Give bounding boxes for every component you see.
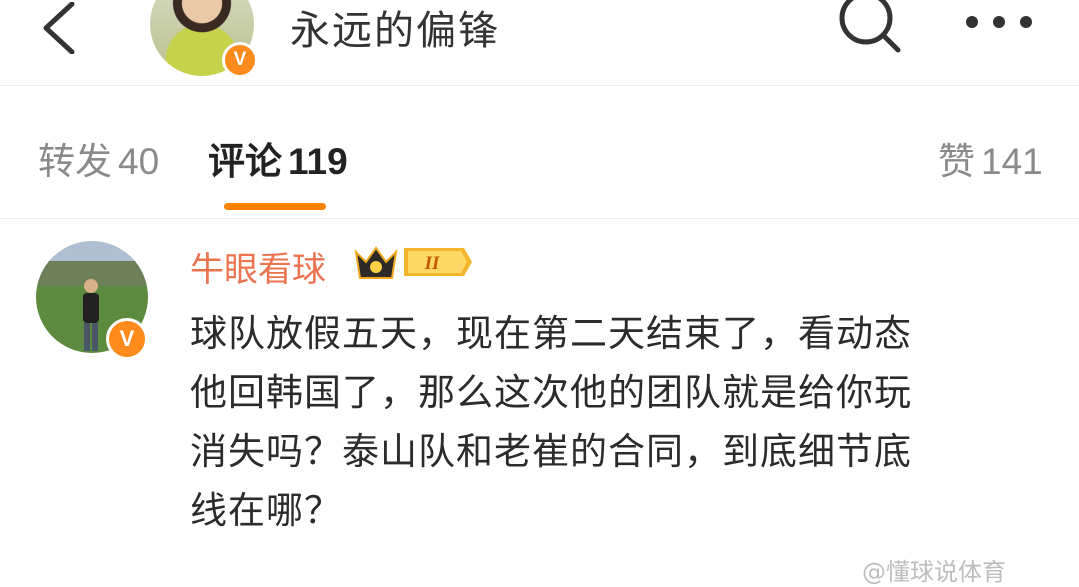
search-icon[interactable]: [836, 0, 904, 56]
verified-badge: V: [222, 42, 258, 78]
header-divider: [0, 85, 1079, 86]
person-figure: [83, 279, 99, 351]
tab-comment-label: 评论: [208, 140, 282, 183]
more-icon[interactable]: [964, 12, 1034, 32]
top-bar: V 永远的偏锋: [0, 0, 1079, 85]
tab-repost[interactable]: 转发 40: [38, 131, 159, 185]
tabs-divider: [0, 218, 1079, 219]
tab-like[interactable]: 赞 141: [938, 131, 1043, 185]
tab-like-count: 141: [981, 141, 1043, 182]
crown-icon: II: [354, 246, 472, 279]
comment-line: 消失吗？泰山队和老崔的合同，到底细节底: [190, 430, 912, 473]
back-icon[interactable]: [36, 2, 86, 54]
commenter-verified-badge: V: [106, 318, 148, 360]
comment-line: 他回韩国了，那么这次他的团队就是给你玩: [190, 371, 912, 414]
tab-comment[interactable]: 评论 119: [208, 131, 348, 185]
fan-level-label: II: [424, 253, 440, 274]
tab-repost-label: 转发: [38, 140, 112, 183]
watermark: @懂球说体育: [862, 558, 1006, 586]
active-tab-indicator: [224, 203, 326, 210]
comment-line: 线在哪？: [190, 489, 342, 532]
page-title: 永远的偏锋: [290, 8, 500, 54]
commenter-username[interactable]: 牛眼看球: [190, 242, 326, 291]
comment-body: 球队放假五天，现在第二天结束了，看动态 他回韩国了，那么这次他的团队就是给你玩 …: [190, 304, 1050, 540]
tab-comment-count: 119: [288, 141, 348, 182]
tab-like-label: 赞: [938, 140, 975, 183]
comment-line: 球队放假五天，现在第二天结束了，看动态: [190, 312, 912, 355]
tab-repost-count: 40: [118, 141, 160, 182]
